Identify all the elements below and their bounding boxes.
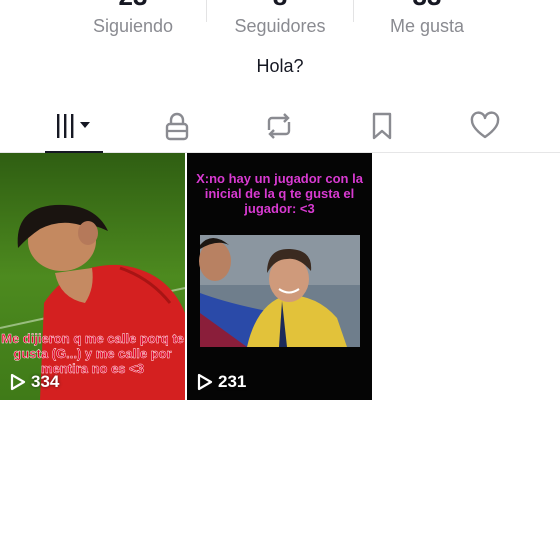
video-thumbnail[interactable]: Me dijieron q me calle porq te gusta (G.… [0, 153, 185, 400]
profile-bio: Hola? [256, 56, 304, 76]
repost-icon [267, 113, 291, 139]
view-count: 334 [10, 372, 59, 392]
following-count: 23 [58, 0, 208, 10]
tab-private[interactable] [127, 100, 227, 152]
following-label: Siguiendo [92, 16, 174, 36]
video-caption: Me dijieron q me calle porq te gusta (G.… [1, 331, 184, 376]
lock-icon [165, 112, 189, 141]
tab-videos[interactable] [24, 100, 124, 153]
video-grid: Me dijieron q me calle porq te gusta (G.… [0, 153, 560, 400]
bookmark-icon [372, 112, 392, 140]
tab-reposts[interactable] [229, 100, 329, 152]
likes-label: Me gusta [389, 16, 465, 36]
video-thumbnail[interactable]: X:no hay un jugador con la inicial de la… [187, 153, 372, 400]
view-count: 231 [197, 372, 246, 392]
heart-icon [470, 111, 500, 139]
view-count-value: 334 [31, 372, 60, 391]
play-icon [197, 373, 213, 391]
profile-tabs [0, 100, 560, 153]
grid-icon [57, 114, 90, 138]
video-caption: X:no hay un jugador con la inicial de la… [196, 171, 363, 216]
view-count-value: 231 [218, 372, 247, 391]
chevron-down-icon [80, 122, 90, 128]
play-icon [10, 373, 26, 391]
tab-liked[interactable] [435, 100, 535, 152]
likes-count: 33 [352, 0, 502, 10]
profile-stats: 23 Siguiendo 8 Seguidores 33 Me gusta [0, 0, 560, 44]
followers-count: 8 [205, 0, 355, 10]
tab-saved[interactable] [332, 100, 432, 152]
followers-label: Seguidores [234, 16, 326, 36]
